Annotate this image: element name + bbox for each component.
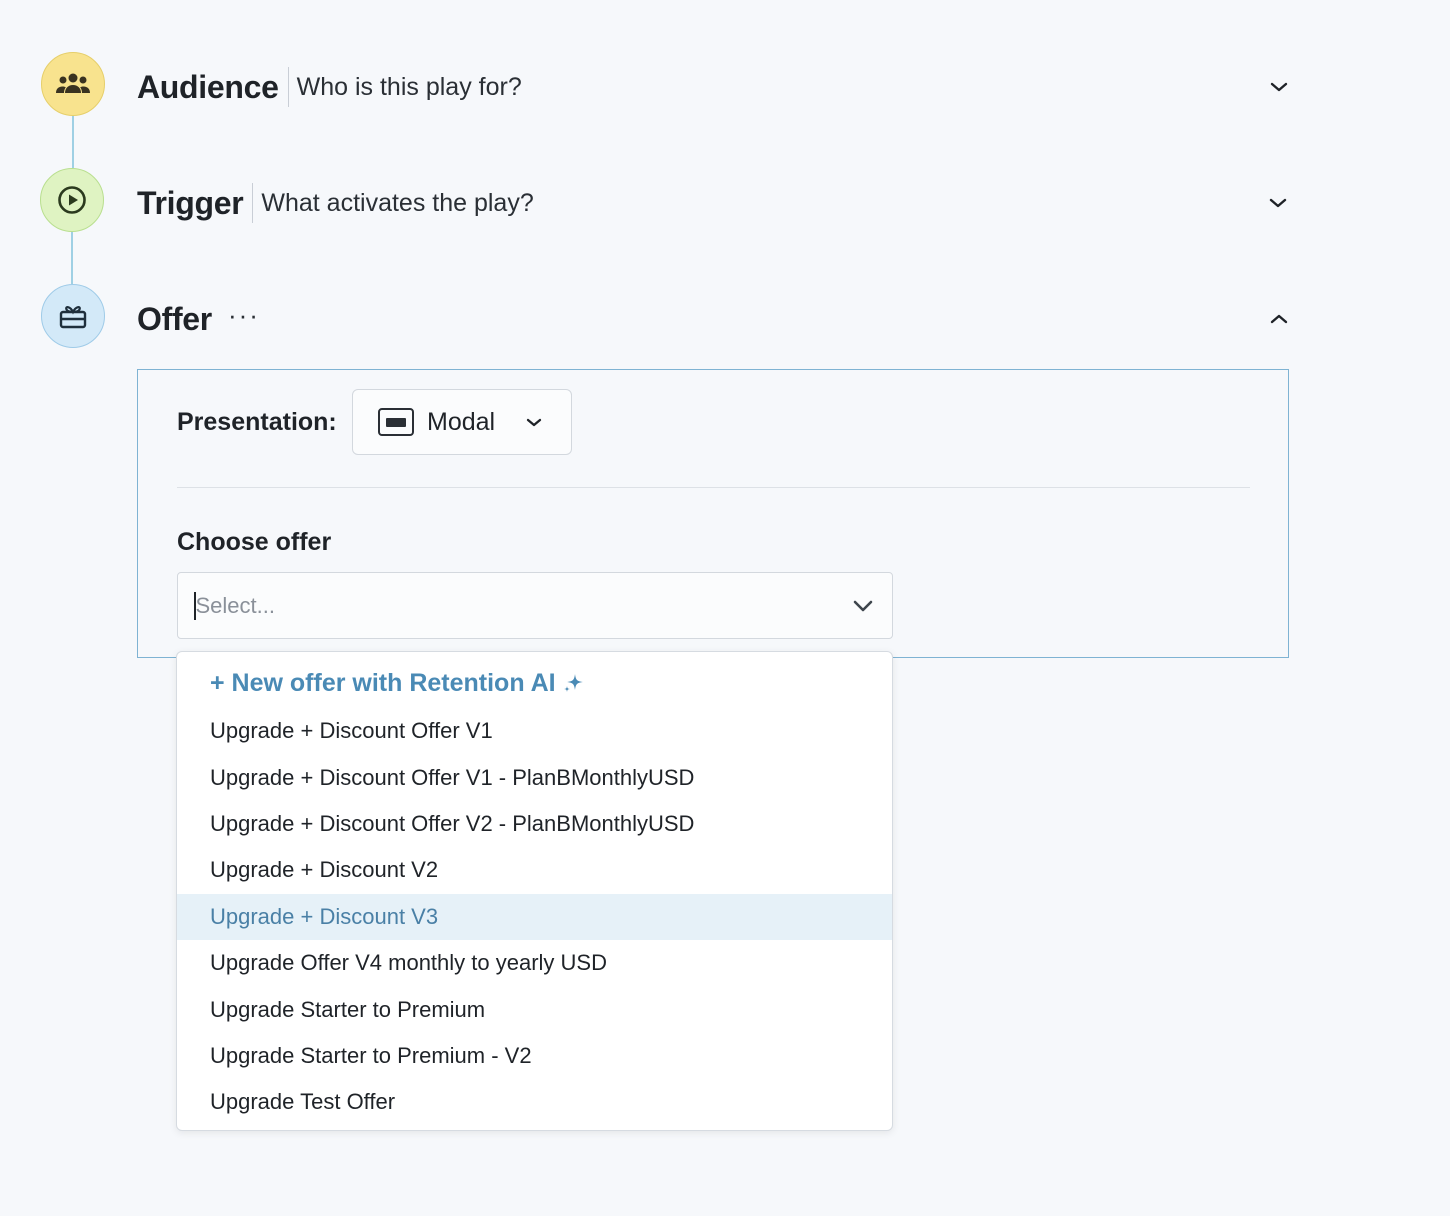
timeline-connector xyxy=(72,116,74,168)
play-circle-icon xyxy=(58,186,86,214)
offer-option[interactable]: Upgrade Starter to Premium xyxy=(177,986,892,1032)
trigger-step-header[interactable]: Trigger What activates the play? xyxy=(137,178,1290,228)
new-offer-label: + New offer with Retention AI xyxy=(210,668,556,697)
presentation-select[interactable]: Modal xyxy=(352,389,572,455)
step-description: Who is this play for? xyxy=(296,72,522,101)
offer-option[interactable]: Upgrade + Discount Offer V1 - PlanBMonth… xyxy=(177,754,892,800)
more-options-button[interactable]: ··· xyxy=(228,300,260,331)
presentation-value: Modal xyxy=(427,407,496,436)
title-separator xyxy=(287,67,289,107)
title-separator xyxy=(252,183,254,223)
offer-option[interactable]: Upgrade Test Offer xyxy=(177,1079,892,1125)
step-description: What activates the play? xyxy=(261,188,534,217)
offer-option[interactable]: Upgrade Offer V4 monthly to yearly USD xyxy=(177,940,892,986)
play-editor: Audience Who is this play for? Trigger W… xyxy=(0,0,1450,1216)
chevron-down-icon[interactable] xyxy=(1267,192,1289,214)
offer-option[interactable]: Upgrade + Discount Offer V2 - PlanBMonth… xyxy=(177,801,892,847)
audience-step-header[interactable]: Audience Who is this play for? xyxy=(137,62,1290,112)
offer-dropdown-menu: + New offer with Retention AI Upgrade + … xyxy=(176,651,893,1131)
step-title: Audience xyxy=(137,68,279,105)
step-title: Offer xyxy=(137,300,212,337)
gift-card-icon xyxy=(59,306,87,329)
new-offer-retention-ai-option[interactable]: + New offer with Retention AI xyxy=(177,658,892,708)
offer-select[interactable] xyxy=(177,572,893,639)
step-title: Trigger xyxy=(137,184,244,221)
chevron-down-icon xyxy=(525,417,543,428)
audience-step-circle xyxy=(41,52,105,116)
chevron-up-icon[interactable] xyxy=(1268,308,1290,330)
offer-step-header[interactable]: Offer ··· xyxy=(137,294,1290,344)
offer-search-input[interactable] xyxy=(195,592,796,619)
trigger-step-circle xyxy=(40,168,104,232)
people-group-icon xyxy=(56,73,90,93)
offer-step-circle xyxy=(41,284,105,348)
offer-option[interactable]: Upgrade + Discount V2 xyxy=(177,847,892,893)
divider xyxy=(177,487,1250,488)
chevron-down-icon[interactable] xyxy=(852,599,874,613)
offer-option[interactable]: Upgrade + Discount Offer V1 xyxy=(177,708,892,754)
offer-panel: Presentation: Modal Choose offer xyxy=(137,369,1289,658)
presentation-label: Presentation: xyxy=(177,408,337,436)
chevron-down-icon[interactable] xyxy=(1268,76,1290,98)
offer-option-highlighted[interactable]: Upgrade + Discount V3 xyxy=(177,893,892,940)
offer-option[interactable]: Upgrade Starter to Premium - V2 xyxy=(177,1033,892,1079)
timeline-connector xyxy=(71,232,73,284)
choose-offer-label: Choose offer xyxy=(177,528,332,556)
sparkle-icon xyxy=(562,671,586,695)
modal-icon xyxy=(378,408,414,436)
